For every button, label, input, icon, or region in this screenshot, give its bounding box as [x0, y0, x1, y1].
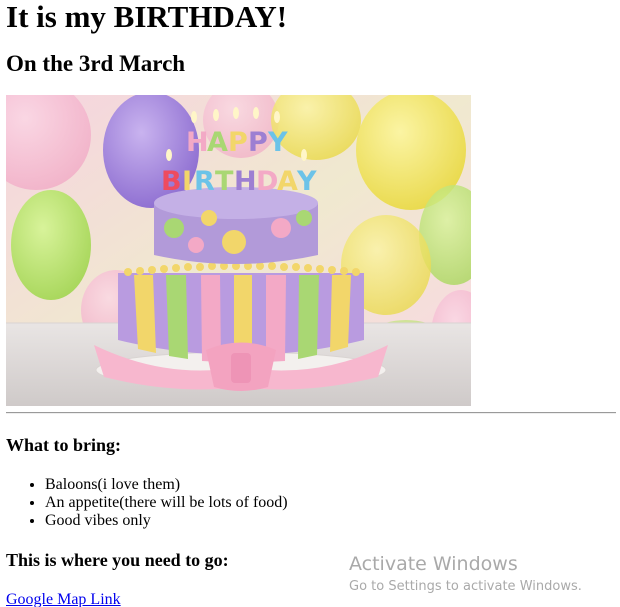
section-divider [6, 412, 616, 414]
page-content: It is my BIRTHDAY! On the 3rd March H A … [6, 0, 616, 607]
list-item: Good vibes only [45, 512, 616, 530]
location-heading: This is where you need to go: [6, 550, 229, 570]
svg-text:D: D [256, 166, 278, 197]
svg-text:P: P [228, 127, 248, 158]
svg-text:H: H [234, 166, 257, 197]
svg-text:P: P [248, 127, 268, 158]
what-to-bring-heading: What to bring: [6, 435, 122, 455]
event-date-heading: On the 3rd March [6, 51, 186, 76]
svg-text:A: A [277, 166, 298, 197]
page-title: It is my BIRTHDAY! [6, 0, 288, 34]
svg-text:Y: Y [296, 166, 317, 197]
svg-text:H: H [186, 127, 209, 158]
birthday-cake-image: H A P P Y B I R T H D A Y [6, 95, 471, 406]
list-item: Baloons(i love them) [45, 476, 616, 494]
list-item: An appetite(there will be lots of food) [45, 494, 616, 512]
svg-text:T: T [215, 166, 234, 197]
svg-text:A: A [207, 127, 228, 158]
bring-list: Baloons(i love them) An appetite(there w… [6, 476, 616, 530]
svg-text:B: B [161, 166, 182, 197]
svg-text:Y: Y [267, 127, 288, 158]
google-map-link[interactable]: Google Map Link [6, 591, 121, 607]
svg-text:I: I [182, 166, 192, 197]
svg-text:R: R [194, 166, 215, 197]
